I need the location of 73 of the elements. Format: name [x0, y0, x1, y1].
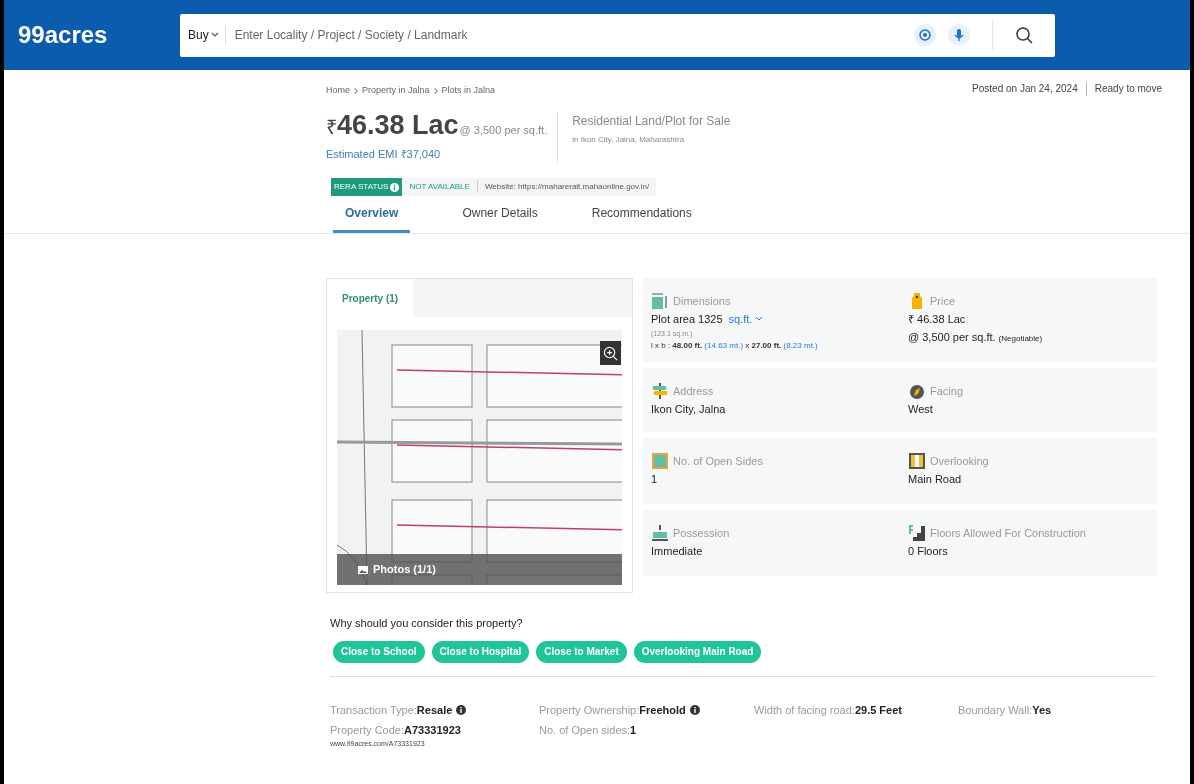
- detail-value: 1: [651, 472, 658, 487]
- square-frame-icon: [651, 452, 669, 470]
- rera-website: Website: https://maharerait.mahaonline.gov.in/: [483, 181, 651, 193]
- detail-label: Floors Allowed For Construction: [930, 525, 1086, 541]
- gallery-tab[interactable]: Property (1): [327, 279, 414, 317]
- detail-label: No. of Open Sides: [673, 453, 763, 469]
- signpost-icon: [651, 382, 669, 400]
- plot-size: l x b : 48.00 ft. (14.63 mt.) x 27.00 ft. (8.23 mt.): [651, 340, 818, 352]
- fact-text: Transaction Type:Resale: [330, 702, 453, 718]
- price-rate: @ 3,500 per sq.ft.: [459, 122, 548, 138]
- tab[interactable]: Recommendations: [589, 204, 694, 233]
- price-amount: 46.38 Lac: [337, 111, 459, 139]
- fact-text: Width of facing road:29.5 Feet: [754, 702, 902, 718]
- highlight-tag: Close to Market: [536, 640, 627, 663]
- detail-value: Immediate: [651, 544, 703, 559]
- cake-icon: [651, 524, 669, 542]
- detail-label: Price: [930, 293, 956, 309]
- photos-overlay[interactable]: Photos (1/1): [337, 554, 622, 585]
- microphone-icon[interactable]: [948, 24, 970, 46]
- fact-text: Property Code:A73331923: [330, 723, 461, 738]
- detail-label: Possession: [673, 525, 730, 541]
- stairs-icon: [908, 524, 926, 542]
- detail-label: Facing: [930, 383, 964, 399]
- breadcrumb-link[interactable]: Property in Jalna: [362, 84, 430, 98]
- fact-text: No. of Open sides:1: [539, 723, 637, 738]
- buy-dropdown[interactable]: Buy: [180, 26, 226, 44]
- highlight-tag: Close to School: [333, 640, 425, 663]
- why-title: Why should you consider this property?: [330, 616, 524, 631]
- highlight-tag: Close to Hospital: [431, 640, 530, 663]
- detail-label: Dimensions: [673, 293, 731, 309]
- compass-icon: [908, 382, 926, 400]
- photos-count: Photos (1/1): [373, 562, 436, 578]
- posted-date: Posted on Jan 24, 2024: [972, 82, 1078, 97]
- detail-value: Plot area 1325: [651, 312, 723, 327]
- rera-status: NOT AVAILABLE: [408, 181, 471, 193]
- chevron-down-icon: [210, 31, 219, 39]
- tab[interactable]: Overview: [333, 204, 411, 233]
- detail-value: West: [908, 402, 933, 417]
- chevron-down-icon: [755, 316, 764, 323]
- rera-badge: RERA STATUS: [331, 178, 403, 196]
- possession-status: Ready to move: [1094, 82, 1162, 97]
- listing-title: Residential Land/Plot for Sale: [572, 112, 731, 130]
- window-icon: [908, 452, 926, 470]
- tab[interactable]: Owner Details: [460, 204, 540, 233]
- info-icon[interactable]: [456, 704, 467, 715]
- detail-label: Overlooking: [930, 453, 989, 469]
- detail-value: 0 Floors: [908, 544, 948, 559]
- highlight-tag: Overlooking Main Road: [633, 640, 762, 663]
- ruler-square-icon: [651, 292, 669, 310]
- detail-value: ₹ 46.38 Lac: [908, 312, 966, 327]
- emi-link[interactable]: Estimated EMI ₹37,040: [326, 145, 548, 162]
- breadcrumb-link[interactable]: Plots in Jalna: [441, 84, 496, 98]
- detail-value: Ikon City, Jalna: [651, 402, 726, 417]
- rupee-symbol: ₹: [326, 114, 337, 140]
- zoom-in-icon: [603, 345, 618, 361]
- detail-note: (Negotiable): [998, 332, 1043, 345]
- info-icon[interactable]: [689, 704, 700, 715]
- detail-value: Main Road: [908, 472, 962, 487]
- fact-text: Boundary Wall:Yes: [958, 702, 1052, 718]
- fact-text: Property Ownership:Freehold: [539, 702, 686, 718]
- location-icon[interactable]: [914, 24, 936, 46]
- zoom-button[interactable]: [600, 341, 621, 365]
- chevron-right-icon: [353, 87, 359, 94]
- breadcrumb-link[interactable]: Home: [326, 84, 350, 98]
- detail-value: @ 3,500 per sq.ft.: [908, 329, 996, 345]
- logo[interactable]: 99acres: [18, 17, 180, 53]
- chevron-right-icon: [432, 87, 439, 94]
- image-icon: [358, 565, 368, 574]
- search-field[interactable]: Buy Enter Locality / Project / Society / Landmark: [180, 13, 1055, 57]
- detail-label: Address: [673, 383, 714, 399]
- search-icon[interactable]: [1015, 26, 1033, 44]
- unit-dropdown[interactable]: sq.ft.: [728, 311, 764, 328]
- listing-location: in Ikon City, Jalna, Maharashtra: [572, 133, 686, 146]
